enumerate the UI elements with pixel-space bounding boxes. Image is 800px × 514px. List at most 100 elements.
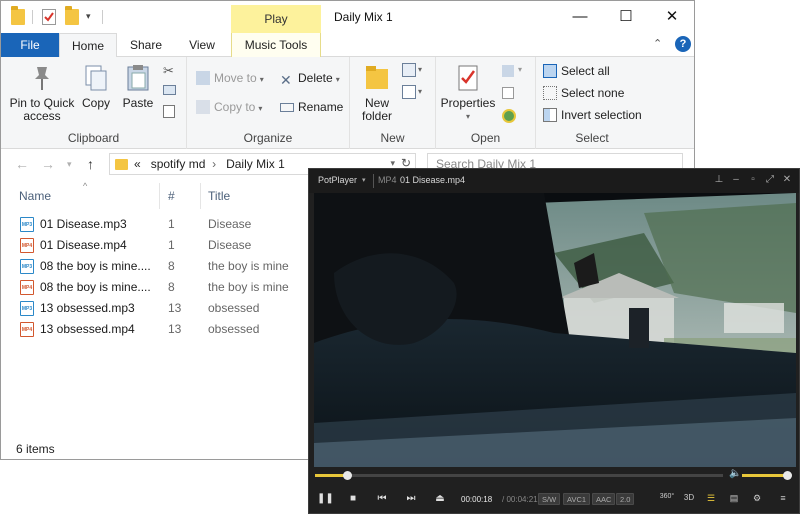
- maximize-button[interactable]: ☐: [603, 1, 649, 33]
- media-file-icon: MP4: [20, 322, 34, 337]
- up-arrow-icon[interactable]: ↑: [87, 156, 94, 172]
- delete-button[interactable]: ✕ Delete ▾: [280, 68, 340, 88]
- title-bar: ▾ Play Daily Mix 1 — ☐ ✕: [1, 1, 694, 33]
- invert-selection-button[interactable]: Invert selection: [543, 105, 642, 125]
- volume-icon[interactable]: 🔈: [729, 468, 741, 479]
- select-none-button[interactable]: Select none: [543, 83, 624, 103]
- breadcrumb-spotify-md[interactable]: spotify md: [151, 157, 206, 171]
- back-arrow-icon[interactable]: ←: [15, 156, 29, 172]
- move-to-button[interactable]: Move to ▾: [196, 68, 264, 88]
- paste-shortcut-icon[interactable]: [163, 105, 175, 118]
- 3d-icon[interactable]: 3D: [681, 493, 697, 502]
- properties-button[interactable]: Properties ▾: [440, 63, 496, 123]
- tab-music-tools[interactable]: Music Tools: [231, 33, 321, 57]
- restore-icon[interactable]: ▫: [746, 174, 760, 185]
- player-menu-button[interactable]: PotPlayer: [318, 175, 357, 185]
- column-number[interactable]: #: [168, 189, 175, 203]
- select-group-label: Select: [575, 131, 609, 145]
- edit-icon[interactable]: [502, 87, 514, 99]
- track-title: Disease: [208, 217, 252, 231]
- player-menu-dropdown-icon[interactable]: ▾: [362, 176, 366, 184]
- new-item-dropdown-icon[interactable]: ▾: [418, 65, 422, 74]
- select-group: Select all Select none Invert selection …: [536, 57, 648, 149]
- track-title: obsessed: [208, 301, 260, 315]
- select-none-icon: [543, 86, 557, 100]
- open-dropdown-icon[interactable]: ▾: [518, 65, 522, 74]
- track-number: 13: [168, 301, 182, 315]
- column-divider[interactable]: [200, 183, 201, 209]
- cut-icon[interactable]: ✂: [163, 63, 174, 79]
- copy-button[interactable]: Copy: [79, 63, 113, 110]
- quick-access-dropdown-icon[interactable]: ▾: [86, 11, 91, 22]
- tab-view[interactable]: View: [177, 33, 227, 57]
- chapters-icon[interactable]: ▤: [726, 493, 742, 504]
- close-icon[interactable]: ✕: [780, 174, 794, 185]
- fullscreen-icon[interactable]: ⤢: [763, 174, 777, 185]
- menu-icon[interactable]: ≡: [775, 493, 791, 503]
- paste-label: Paste: [122, 96, 154, 110]
- video-codec-badge[interactable]: AVC1: [563, 493, 591, 505]
- next-icon[interactable]: ⏭: [404, 493, 418, 504]
- invert-selection-label: Invert selection: [561, 108, 642, 122]
- track-title: the boy is mine: [208, 259, 289, 273]
- volume-handle[interactable]: [783, 471, 792, 480]
- close-button[interactable]: ✕: [649, 1, 694, 33]
- minimize-icon[interactable]: –: [729, 174, 743, 185]
- stop-icon[interactable]: ■: [346, 493, 360, 504]
- new-folder-button[interactable]: New folder: [356, 63, 398, 123]
- eject-icon[interactable]: ⏏: [433, 493, 447, 504]
- tab-file[interactable]: File: [1, 33, 59, 57]
- history-icon[interactable]: [502, 109, 516, 123]
- chevron-up-icon[interactable]: ⌃: [653, 37, 662, 50]
- pin-quick-access-button[interactable]: Pin to Quick access: [7, 63, 77, 123]
- volume-slider[interactable]: [742, 471, 792, 480]
- rename-button[interactable]: Rename: [280, 97, 343, 117]
- new-item-icon[interactable]: [402, 63, 416, 77]
- column-title[interactable]: Title: [208, 189, 230, 203]
- playlist-search-icon[interactable]: ☰: [703, 493, 719, 504]
- paste-button[interactable]: Paste: [119, 63, 157, 110]
- file-name: 08 the boy is mine....: [40, 259, 151, 273]
- pin-icon: [27, 63, 57, 93]
- breadcrumb-daily-mix-1[interactable]: Daily Mix 1: [226, 157, 285, 171]
- copy-icon: [81, 63, 111, 93]
- track-number: 1: [168, 238, 175, 252]
- decoder-badge[interactable]: S/W: [538, 493, 561, 505]
- help-button[interactable]: ?: [675, 36, 691, 52]
- rename-icon: [280, 103, 294, 112]
- open-icon[interactable]: [502, 65, 514, 77]
- properties-dropdown-icon[interactable]: ▾: [440, 110, 496, 123]
- pin-icon[interactable]: ⊥: [712, 174, 726, 185]
- delete-icon: ✕: [280, 72, 292, 88]
- recent-dropdown-icon[interactable]: ▾: [67, 159, 72, 170]
- previous-icon[interactable]: ⏮: [375, 493, 389, 504]
- seek-bar[interactable]: [315, 471, 723, 480]
- forward-arrow-icon[interactable]: →: [41, 156, 55, 172]
- pause-icon[interactable]: ❚❚: [317, 493, 334, 504]
- audio-codec-badge[interactable]: AAC: [592, 493, 616, 505]
- tab-share[interactable]: Share: [119, 33, 173, 57]
- properties-check-icon[interactable]: [42, 9, 56, 25]
- minimize-button[interactable]: —: [557, 1, 603, 33]
- play-context-tab[interactable]: Play: [231, 5, 321, 33]
- invert-selection-icon: [543, 108, 557, 122]
- settings-gear-icon[interactable]: ⚙: [749, 493, 765, 504]
- clipboard-group-label: Clipboard: [67, 131, 120, 145]
- select-all-button[interactable]: Select all: [543, 61, 610, 81]
- new-folder-quick-icon[interactable]: [65, 6, 79, 25]
- column-divider[interactable]: [159, 183, 160, 209]
- new-group: New folder ▾ ▾ New: [350, 57, 436, 149]
- ribbon-tabs: File Home Share View Music Tools ⌃ ?: [1, 33, 694, 58]
- audio-channels-badge[interactable]: 2.0: [616, 493, 635, 505]
- vr-360-icon[interactable]: 360°: [659, 493, 675, 500]
- title-divider: [373, 174, 374, 188]
- tab-home[interactable]: Home: [59, 33, 117, 58]
- copy-to-button[interactable]: Copy to ▾: [196, 97, 262, 117]
- column-name[interactable]: Name: [19, 189, 51, 203]
- seek-handle[interactable]: [342, 471, 352, 480]
- video-frame[interactable]: [314, 193, 796, 467]
- path-overflow-icon[interactable]: «: [134, 157, 141, 171]
- easy-access-dropdown-icon[interactable]: ▾: [418, 87, 422, 96]
- easy-access-icon[interactable]: [402, 85, 416, 99]
- copy-path-icon[interactable]: [163, 85, 176, 95]
